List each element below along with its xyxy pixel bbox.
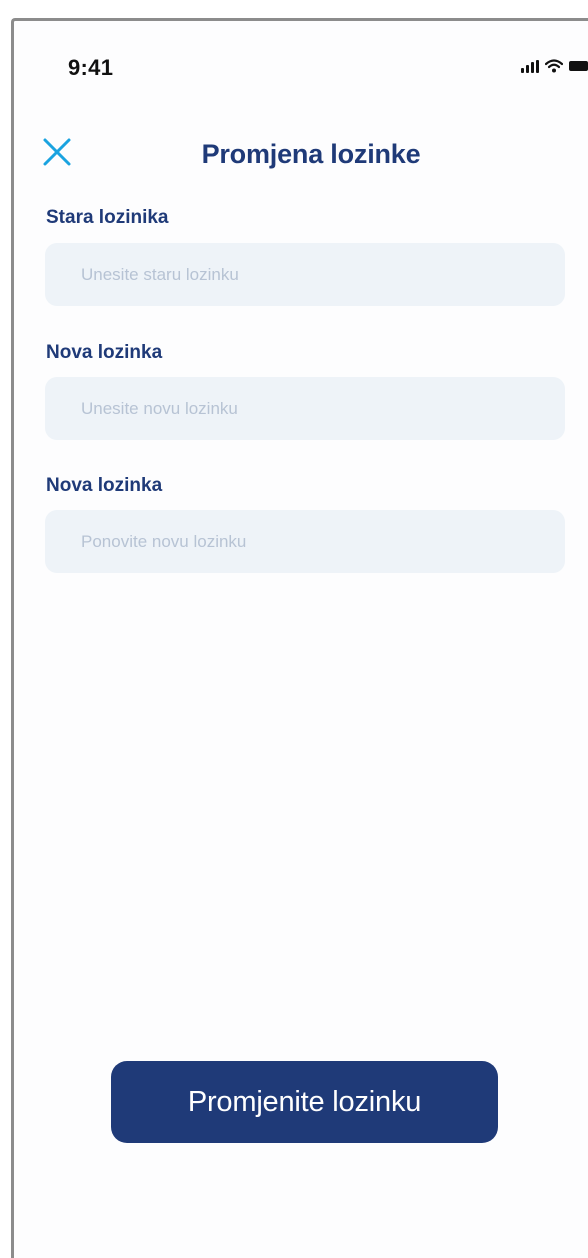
- old-password-input[interactable]: [45, 243, 565, 306]
- old-password-label: Stara lozinika: [46, 207, 169, 228]
- change-password-button[interactable]: Promjenite lozinku: [111, 1061, 498, 1143]
- battery-icon: [569, 61, 588, 71]
- page-title: Promjena lozinke: [201, 139, 421, 169]
- status-icons: [521, 58, 588, 74]
- nav-bar: Promjena lozinke: [14, 121, 588, 181]
- new-password-label: Nova lozinka: [46, 342, 163, 363]
- confirm-password-input[interactable]: [45, 510, 565, 573]
- page-background: 9:41 Promjena lozinke Stara lozinika Nov…: [0, 0, 588, 1258]
- status-bar: 9:41: [14, 21, 588, 91]
- confirm-password-label: Nova lozinka: [46, 475, 163, 496]
- wifi-icon: [545, 59, 563, 73]
- status-time: 9:41: [68, 55, 114, 80]
- signal-icon: [521, 59, 539, 73]
- new-password-input[interactable]: [45, 377, 565, 440]
- phone-screen: 9:41 Promjena lozinke Stara lozinika Nov…: [11, 18, 588, 1258]
